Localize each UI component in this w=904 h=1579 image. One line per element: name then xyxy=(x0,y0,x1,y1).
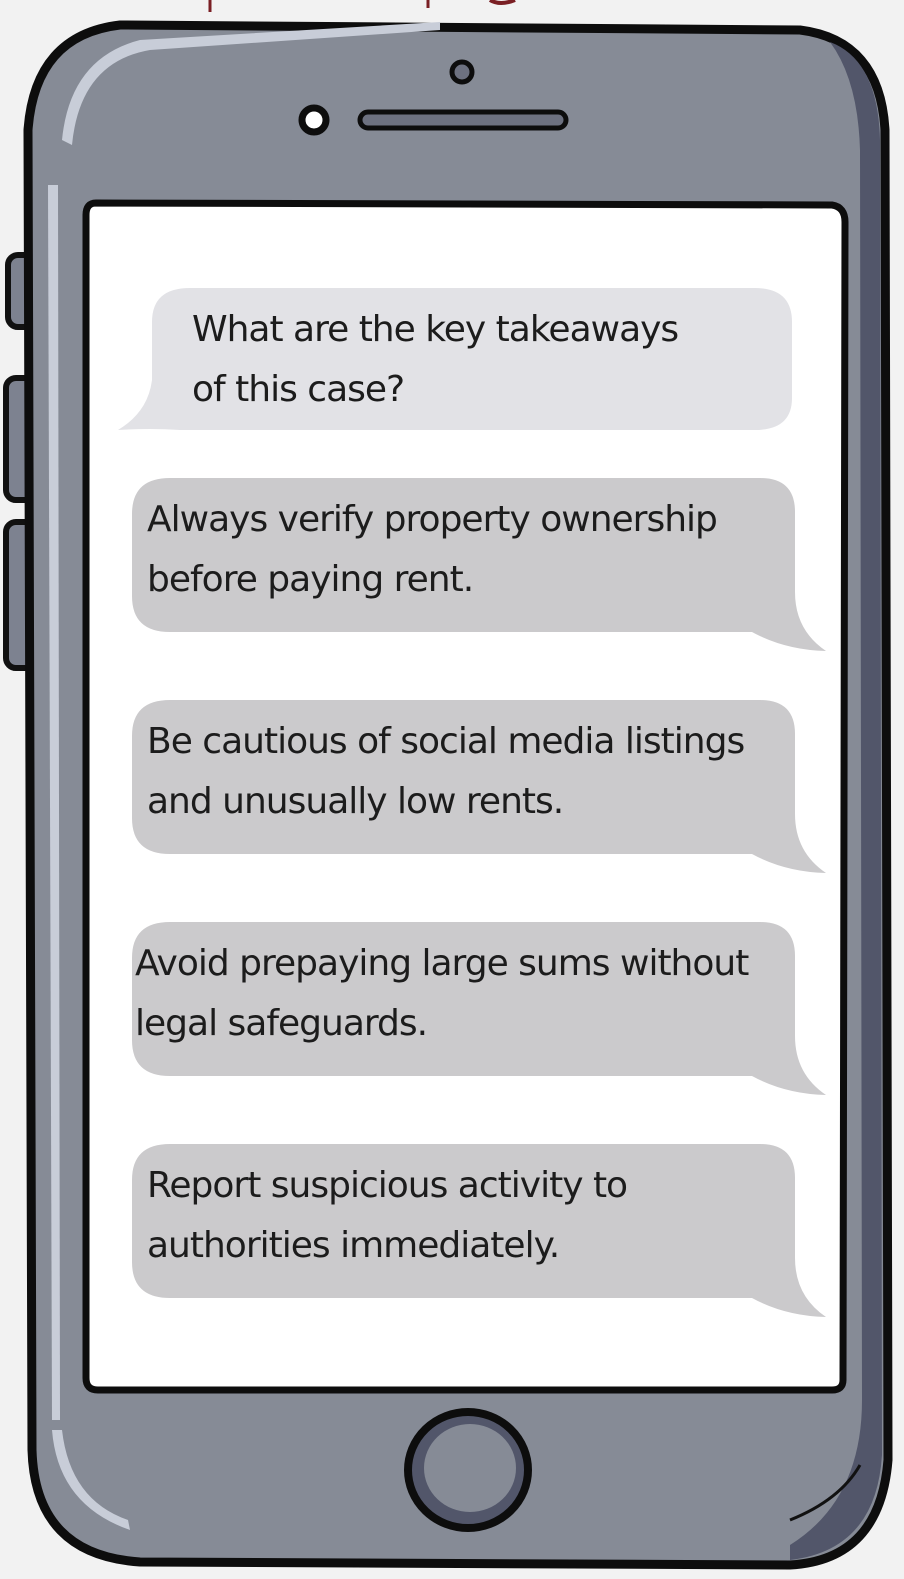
home-button-icon[interactable] xyxy=(404,1408,532,1532)
answer-message-4: Report suspicious activity to authoritie… xyxy=(147,1165,628,1266)
answer-message-3: Avoid prepaying large sums without legal… xyxy=(135,943,749,1044)
question-message: What are the key takeaways of this case? xyxy=(192,309,679,410)
answer-message-1: Always verify property ownership before … xyxy=(147,499,718,600)
speaker-grille-icon xyxy=(357,109,569,131)
answer-message-2: Be cautious of social media listings and… xyxy=(147,721,745,822)
front-camera-icon xyxy=(449,59,475,85)
chat-screen: What are the key takeaways of this case?… xyxy=(90,208,840,1386)
sensor-icon xyxy=(298,104,330,136)
